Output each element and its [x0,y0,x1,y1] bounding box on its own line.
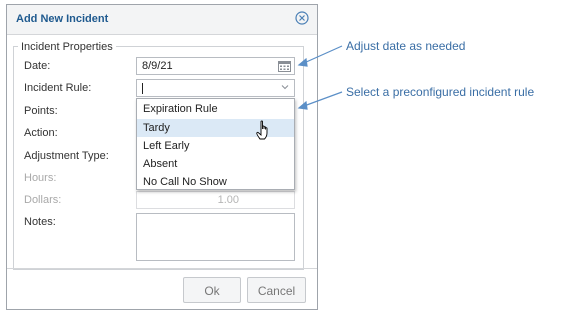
ok-button[interactable]: Ok [183,277,241,303]
incident-rule-dropdown: Expiration Rule Tardy Left Early Absent … [136,98,295,190]
dollars-label: Dollars: [24,194,62,206]
calendar-icon[interactable] [278,60,291,72]
hand-cursor-icon [256,120,268,140]
notes-textarea[interactable] [136,213,295,261]
rule-hint-annotation: Select a preconfigured incident rule [346,85,535,99]
date-value: 8/9/21 [142,60,173,72]
action-label: Action: [24,127,58,139]
footer-divider [7,268,317,269]
close-icon[interactable] [295,11,309,25]
dollars-field: 1.00 [136,191,295,209]
chevron-down-icon[interactable] [281,83,289,91]
cancel-button[interactable]: Cancel [247,277,306,303]
notes-label: Notes: [24,216,56,228]
dollars-value: 1.00 [217,194,239,206]
dialog-titlebar: Add New Incident [7,5,317,35]
hours-label: Hours: [24,172,57,184]
points-label: Points: [24,105,58,117]
date-label: Date: [24,60,51,72]
option-expiration-rule[interactable]: Expiration Rule [137,100,294,118]
add-incident-dialog: Add New Incident Incident Properties Dat… [6,4,318,310]
incident-rule-label: Incident Rule: [24,82,92,94]
option-no-call-no-show[interactable]: No Call No Show [137,173,294,191]
incident-rule-select[interactable] [136,79,295,97]
option-absent[interactable]: Absent [137,155,294,173]
adjustment-type-label: Adjustment Type: [24,150,109,162]
section-legend: Incident Properties [18,41,116,53]
date-field[interactable]: 8/9/21 [136,57,295,75]
dialog-title: Add New Incident [16,13,109,25]
text-cursor [142,83,143,94]
date-hint-annotation: Adjust date as needed [346,39,466,53]
